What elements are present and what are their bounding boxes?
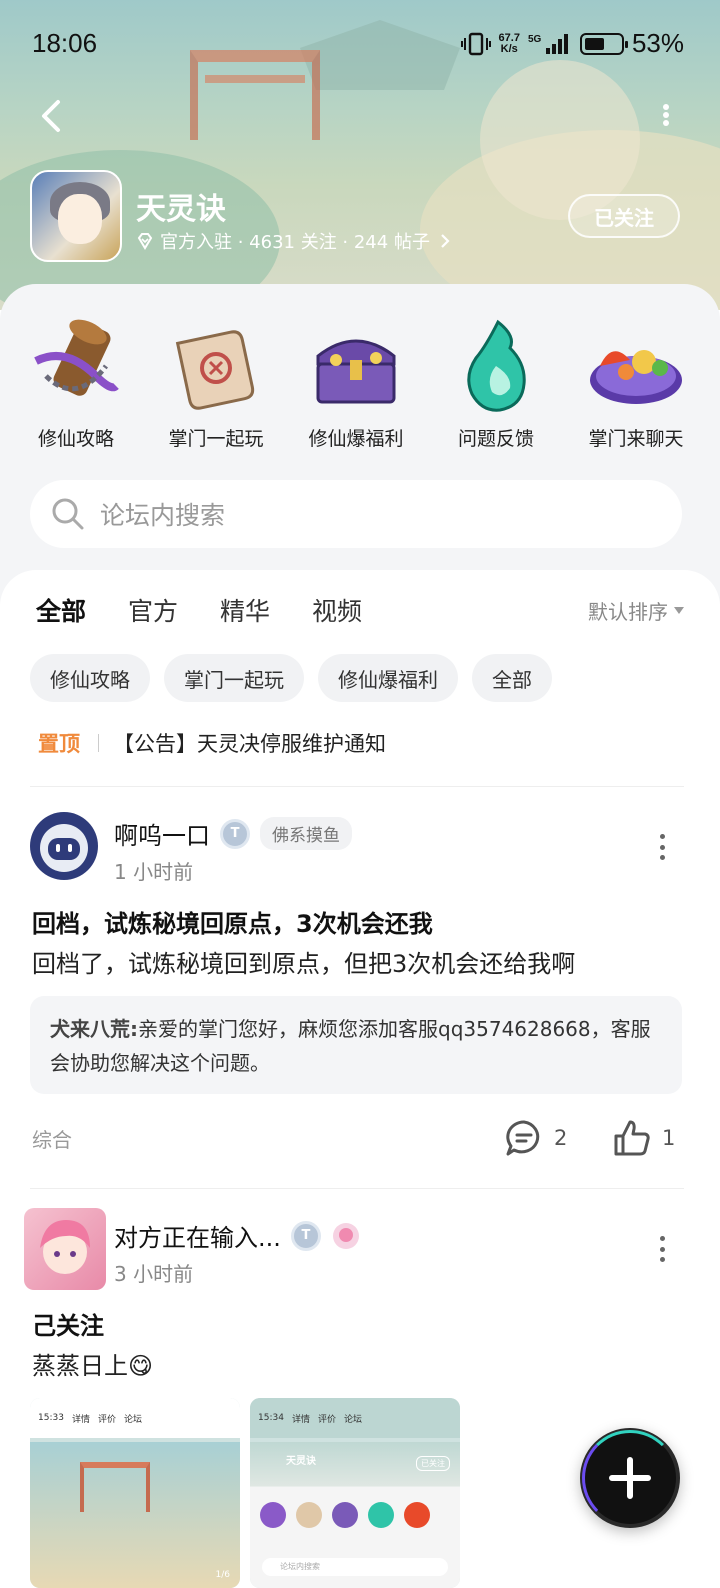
quick-entry-feedback[interactable]: 问题反馈 [426,316,566,456]
food-plate-icon [590,350,682,404]
scroll-chain-icon [34,319,119,396]
chevron-right-icon [441,234,450,248]
diamond-icon [137,233,153,250]
post-author-name[interactable]: 啊呜一口 [114,816,210,851]
chip-all[interactable]: 全部 [472,654,552,702]
reply-text: 亲爱的掌门您好，麻烦您添加客服qq3574628668，客服会协助您解决这个问题… [50,1017,651,1075]
like-count: 1 [662,1126,676,1150]
network-type: 5G [528,34,542,45]
sort-label: 默认排序 [588,600,668,624]
official-reply[interactable]: 犬来八荒:亲爱的掌门您好，麻烦您添加客服qq3574628668，客服会协助您解… [30,996,682,1094]
post-more-button[interactable] [660,1236,668,1262]
post-title[interactable]: 己关注 [32,1306,104,1341]
search-placeholder: 论坛内搜索 [100,501,226,530]
quick-entry-play[interactable]: 掌门一起玩 [146,316,286,456]
pinned-divider [98,734,99,752]
post-category: 综合 [32,1128,72,1152]
thumb-topbar: 15:34 详情 评价 论坛 [250,1398,460,1438]
robot-avatar-icon [40,824,88,872]
banner-gate-beam [205,75,305,83]
pinned-post[interactable]: 置顶 【公告】天灵决停服维护通知 [38,728,386,758]
avatar[interactable] [30,812,98,880]
quick-entry-chat[interactable]: 掌门来聊天 [566,316,706,456]
tab-video[interactable]: 视频 [312,592,362,628]
pinned-badge: 置顶 [38,732,80,756]
more-options-button[interactable] [656,100,676,130]
anime-avatar-icon [40,1220,90,1274]
post-author-row: 啊呜一口 T 佛系摸鱼 [114,816,352,851]
game-title: 天灵诀 [136,192,226,227]
thumbs-up-icon [614,1120,650,1156]
status-time: 18:06 [32,28,98,58]
reply-author: 犬来八荒: [50,1017,138,1041]
category-chips: 修仙攻略 掌门一起玩 修仙爆福利 全部 [30,654,552,702]
thumb-topbar: 15:33 详情 评价 论坛 [30,1398,240,1438]
net-speed: 67.7 K/s [498,31,520,55]
pinned-title: 【公告】天灵决停服维护通知 [113,732,386,756]
back-button[interactable] [34,96,70,136]
feed-tabs: 全部 官方 精华 视频 [36,592,404,634]
forum-search-input[interactable]: 论坛内搜索 [30,480,682,548]
chevron-left-icon [42,100,60,132]
post-author-name[interactable]: 对方正在输入... [114,1218,281,1253]
game-meta-text: 官方入驻 · 4631 关注 · 244 帖子 [160,232,430,253]
new-post-button[interactable] [580,1428,680,1528]
caret-down-icon [674,607,684,614]
follow-button[interactable]: 已关注 [568,194,680,238]
plus-icon [609,1457,651,1499]
like-button[interactable]: 1 [612,1118,675,1158]
battery-icon [579,32,628,55]
status-icons: 67.7 K/s 5G 53% [460,28,684,59]
post-body[interactable]: 蒸蒸日上😋 [32,1346,153,1381]
quick-entry-welfare[interactable]: 修仙爆福利 [286,316,426,456]
divider [30,1188,684,1189]
post-time: 3 小时前 [114,1262,194,1286]
comment-button[interactable]: 2 [504,1118,567,1158]
treasure-chest-icon [316,339,396,404]
user-title-tag: 佛系摸鱼 [260,817,352,850]
game-icon [30,170,122,262]
post-title[interactable]: 回档，试炼秘境回原点，3次机会还我 [32,904,433,939]
comment-count: 2 [554,1126,568,1150]
paper-scroll-icon [175,330,255,410]
battery-fill [584,37,604,50]
chip-guide[interactable]: 修仙攻略 [30,654,150,702]
search-icon [52,498,84,530]
post-time: 1 小时前 [114,860,194,884]
green-flame-icon [467,319,526,412]
quick-entry-guide[interactable]: 修仙攻略 [6,316,146,456]
vibrate-icon [460,32,491,55]
tab-official[interactable]: 官方 [128,592,178,628]
avatar[interactable] [24,1208,106,1290]
level-badge-icon: T [290,1220,321,1251]
sort-dropdown[interactable]: 默认排序 [588,596,684,625]
level-badge-icon: T [220,818,250,849]
game-meta[interactable]: 官方入驻 · 4631 关注 · 244 帖子 [136,228,454,254]
battery-percent: 53% [631,28,684,58]
thumb-scene: 天灵诀 已关注 论坛内搜索 [250,1442,460,1588]
post-image-thumbnail[interactable]: 15:33 详情 评价 论坛 1/6 [30,1398,240,1588]
banner-gate [190,50,320,140]
tab-all[interactable]: 全部 [36,592,87,634]
character-badge-icon [332,1222,359,1249]
post-image-thumbnail[interactable]: 15:34 详情 评价 论坛 天灵诀 已关注 论坛内搜索 [250,1398,460,1588]
post-body[interactable]: 回档了，试炼秘境回到原点，但把3次机会还给我啊 [32,944,575,979]
chip-play[interactable]: 掌门一起玩 [164,654,304,702]
divider [30,786,684,787]
post-more-button[interactable] [660,834,668,860]
status-bar: 18:06 67.7 K/s 5G 53% [0,22,720,62]
post-author-row: 对方正在输入... T [114,1218,361,1253]
chip-welfare[interactable]: 修仙爆福利 [318,654,458,702]
thumb-scene: 1/6 [30,1442,240,1588]
comment-icon [506,1120,540,1156]
quick-entry-row: 修仙攻略 掌门一起玩 修仙爆福利 问题反馈 掌门来聊天 [0,316,720,456]
tab-featured[interactable]: 精华 [220,592,270,628]
signal-icon: 5G [528,33,568,54]
